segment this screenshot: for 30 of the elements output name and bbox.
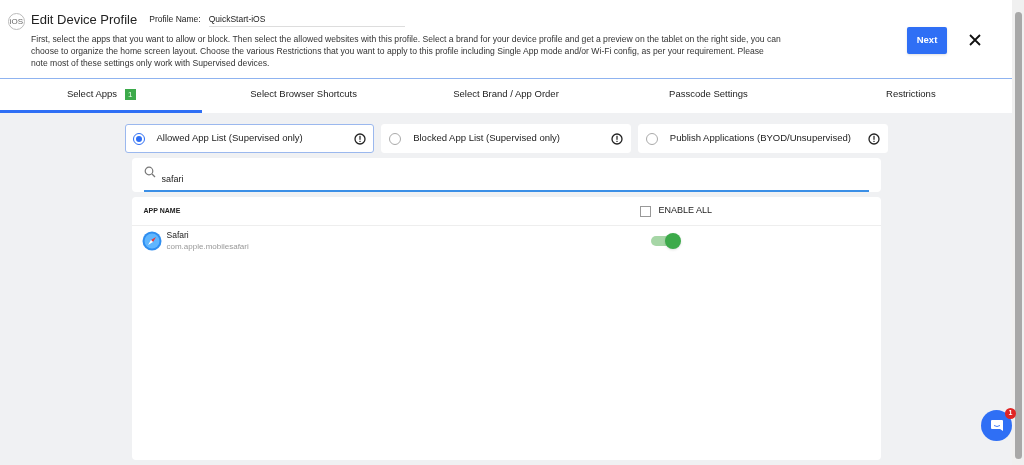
toggle-switch[interactable] — [650, 236, 679, 246]
info-icon[interactable] — [867, 132, 880, 145]
enable-all-checkbox[interactable]: ENABLE ALL — [639, 204, 713, 218]
description-text: First, select the apps that you want to allow or block. Then select the allowed websites with this profile. Select a brand for your device profile and get a preview on the tablet on the right side, you can choose to organize the home screen layout. Choose the various Restrictions that you want to apply to this profile including Single App mode and/or Wi-Fi config, as per your requirement. Please note most of these settings only work with Supervised devices. — [31, 32, 781, 69]
chat-icon — [989, 419, 1004, 432]
tab[interactable]: Passcode Settings — [607, 79, 810, 113]
list-mode-option[interactable]: Allowed App List (Supervised only) — [124, 124, 375, 153]
option-label: Blocked App List (Supervised only) — [413, 131, 561, 146]
search-field[interactable]: safari — [143, 173, 869, 192]
tab[interactable]: Select Browser Shortcuts — [202, 79, 405, 113]
close-icon[interactable] — [969, 34, 981, 46]
option-label: Allowed App List (Supervised only) — [156, 131, 304, 146]
search-bar[interactable]: safari — [131, 158, 881, 192]
count-badge: 1 — [125, 89, 136, 100]
next-button[interactable]: Next — [907, 27, 947, 54]
profile-name-field[interactable]: QuickStart-iOS — [208, 12, 405, 27]
compass-icon — [141, 231, 162, 251]
info-icon[interactable] — [610, 132, 623, 145]
tab[interactable]: Select Apps 1 — [0, 79, 203, 113]
tab[interactable]: Restrictions — [809, 79, 1013, 113]
search-icon — [143, 166, 156, 178]
option-label: Publish Applications (BYOD/Unsupervised) — [669, 131, 852, 146]
list-mode-option[interactable]: Blocked App List (Supervised only) — [381, 124, 631, 153]
list-mode-option[interactable]: Publish Applications (BYOD/Unsupervised) — [637, 124, 888, 153]
info-icon[interactable] — [354, 132, 367, 145]
tab[interactable]: Select Brand / App Order — [404, 79, 608, 113]
bundle-id: com.apple.mobilesafari — [166, 241, 250, 254]
app-name: Safari — [166, 228, 190, 242]
profile-name-label: Profile Name: — [149, 13, 201, 27]
page-title: Edit Device Profile — [31, 11, 138, 29]
